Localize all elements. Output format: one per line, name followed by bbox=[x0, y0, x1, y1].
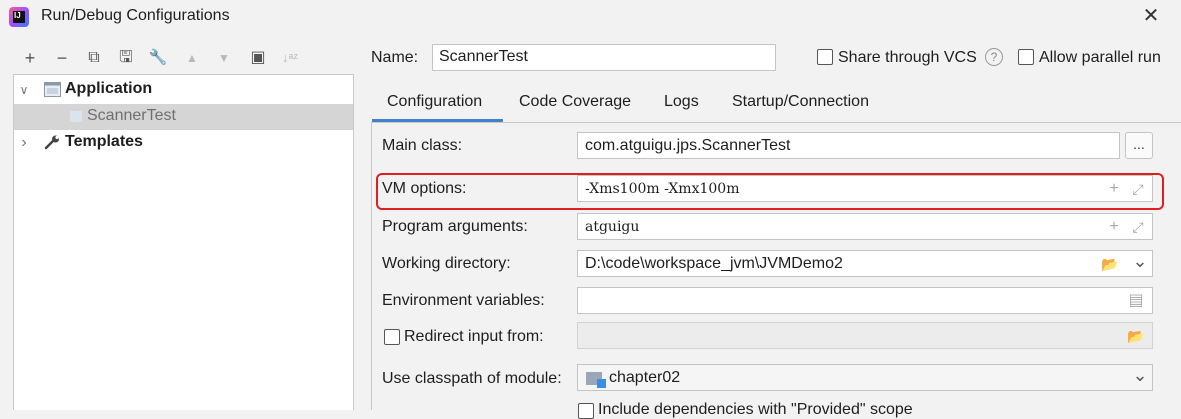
tab-configuration[interactable]: Configuration bbox=[387, 93, 482, 111]
redirect-input-label: Redirect input from: bbox=[404, 328, 544, 345]
chevron-right-icon[interactable]: › bbox=[17, 133, 31, 153]
working-directory-value: D:\code\workspace_jvm\JVMDemo2 bbox=[585, 255, 843, 272]
classpath-module-select[interactable]: chapter02 ⌄ bbox=[577, 364, 1153, 391]
document-icon[interactable]: ▤ bbox=[1127, 291, 1145, 311]
redirect-input-checkbox[interactable] bbox=[384, 329, 400, 345]
title-bar: IJ Run/Debug Configurations ✕ bbox=[0, 0, 1181, 34]
environment-variables-input[interactable]: ▤ bbox=[577, 287, 1153, 314]
close-icon[interactable]: ✕ bbox=[1141, 6, 1161, 26]
browse-main-class-button[interactable]: ... bbox=[1125, 132, 1153, 159]
tree-label-scannertest: ScannerTest bbox=[87, 107, 176, 124]
classpath-module-label: Use classpath of module: bbox=[382, 370, 562, 387]
share-vcs-label: Share through VCS bbox=[838, 49, 977, 66]
tree-item-application[interactable]: ∨ Application bbox=[14, 77, 353, 103]
tab-startup-connection[interactable]: Startup/Connection bbox=[732, 93, 869, 111]
tree-item-scannertest[interactable]: ScannerTest bbox=[14, 104, 353, 130]
vm-options-highlight bbox=[376, 173, 1164, 210]
tab-logs[interactable]: Logs bbox=[664, 93, 699, 111]
folder-add-icon[interactable]: ▣ bbox=[246, 46, 270, 70]
main-class-input[interactable]: com.atguigu.jps.ScannerTest bbox=[577, 132, 1120, 159]
tree-label-application: Application bbox=[65, 80, 153, 97]
tree-item-templates[interactable]: › Templates bbox=[14, 130, 353, 156]
save-icon[interactable]: 🖫 bbox=[114, 46, 138, 70]
configuration-tree: ∨ Application ScannerTest › Templates bbox=[13, 74, 354, 410]
chevron-down-icon[interactable]: ∨ bbox=[17, 80, 31, 100]
wrench-icon[interactable]: 🔧 bbox=[146, 46, 170, 70]
application-icon bbox=[44, 82, 61, 97]
program-arguments-label: Program arguments: bbox=[382, 218, 528, 235]
tree-label-templates: Templates bbox=[65, 133, 143, 150]
name-label: Name: bbox=[371, 49, 419, 66]
intellij-app-icon: IJ bbox=[9, 7, 29, 27]
program-arguments-input[interactable]: atguigu + ⤢ bbox=[577, 213, 1153, 240]
classpath-module-value: chapter02 bbox=[609, 369, 681, 386]
include-dependencies-label: Include dependencies with "Provided" sco… bbox=[598, 401, 913, 418]
working-directory-input[interactable]: D:\code\workspace_jvm\JVMDemo2 📂 ⌄ bbox=[577, 250, 1153, 277]
move-up-icon[interactable]: ▲ bbox=[180, 46, 204, 70]
working-directory-label: Working directory: bbox=[382, 255, 511, 272]
chevron-down-icon[interactable]: ⌄ bbox=[1131, 251, 1149, 271]
plus-icon[interactable]: + bbox=[1105, 217, 1123, 237]
main-class-value: com.atguigu.jps.ScannerTest bbox=[585, 137, 791, 154]
expand-icon[interactable]: ⤢ bbox=[1129, 217, 1147, 237]
help-icon[interactable]: ? bbox=[985, 48, 1003, 66]
class-config-icon bbox=[70, 111, 82, 122]
module-icon bbox=[586, 372, 606, 388]
parallel-run-checkbox[interactable] bbox=[1018, 49, 1034, 65]
main-class-label: Main class: bbox=[382, 137, 463, 154]
move-down-icon[interactable]: ▼ bbox=[212, 46, 236, 70]
tree-toolbar: + − ⧉ 🖫 🔧 ▲ ▼ ▣ ↓ᵃᶻ bbox=[14, 46, 314, 70]
chevron-down-icon[interactable]: ⌄ bbox=[1131, 365, 1149, 385]
name-input[interactable]: ScannerTest bbox=[432, 44, 776, 71]
environment-variables-label: Environment variables: bbox=[382, 292, 545, 309]
program-arguments-value: atguigu bbox=[585, 219, 640, 235]
parallel-run-label: Allow parallel run bbox=[1039, 49, 1161, 66]
wrench-icon bbox=[44, 135, 59, 150]
include-dependencies-checkbox[interactable] bbox=[578, 403, 594, 419]
redirect-input-field[interactable]: 📂 bbox=[577, 322, 1153, 349]
copy-icon[interactable]: ⧉ bbox=[82, 46, 106, 70]
remove-icon[interactable]: − bbox=[50, 46, 74, 70]
window-title: Run/Debug Configurations bbox=[41, 7, 230, 24]
add-icon[interactable]: + bbox=[18, 46, 42, 70]
tab-code-coverage[interactable]: Code Coverage bbox=[519, 93, 631, 111]
share-vcs-checkbox[interactable] bbox=[817, 49, 833, 65]
folder-icon[interactable]: 📂 bbox=[1127, 326, 1145, 346]
sort-icon[interactable]: ↓ᵃᶻ bbox=[278, 46, 302, 70]
folder-icon[interactable]: 📂 bbox=[1101, 254, 1119, 274]
